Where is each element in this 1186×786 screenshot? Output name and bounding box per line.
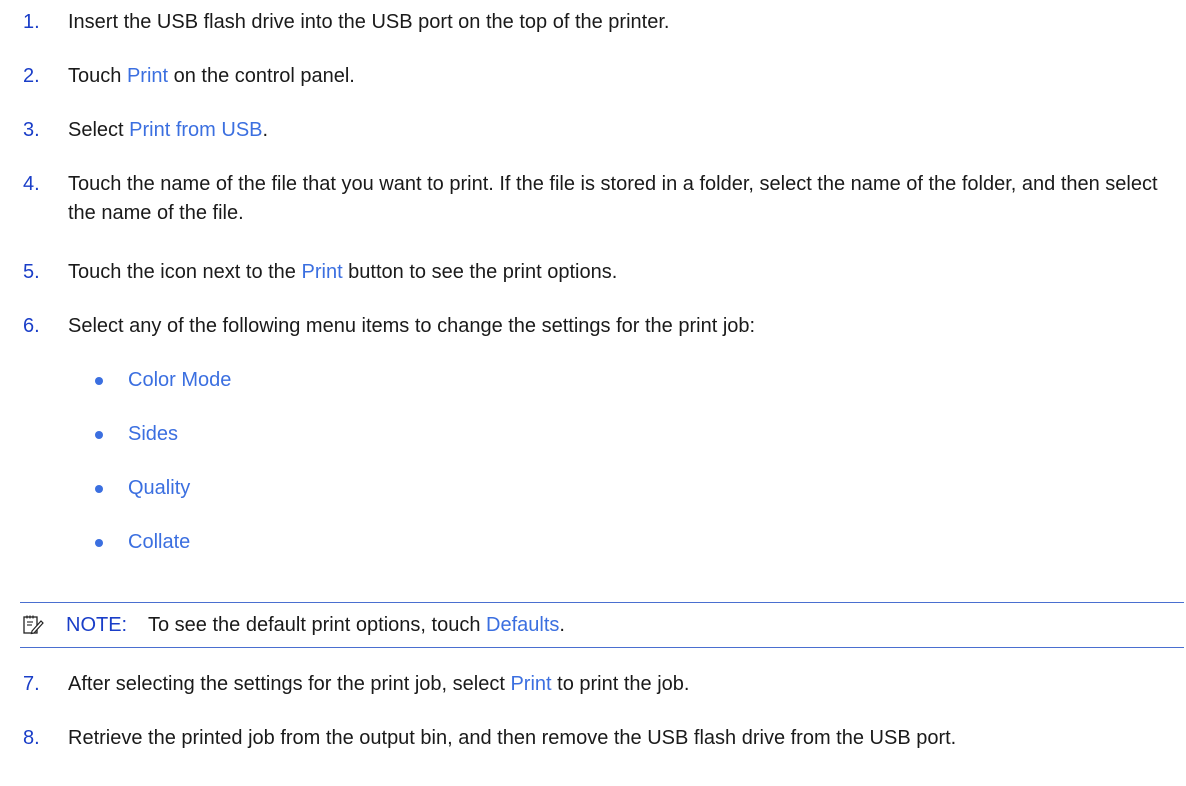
bullet-icon (95, 431, 103, 439)
collate-link[interactable]: Collate (128, 528, 190, 557)
step-number: 3. (23, 119, 40, 141)
bullet-icon (95, 485, 103, 493)
note-text-part: . (559, 614, 565, 636)
step-text-part: . (262, 119, 269, 141)
step-number: 6. (23, 315, 40, 337)
note-text-part: To see the default print options, touch (148, 614, 486, 636)
step-text-part: Insert the USB flash drive into the USB … (68, 11, 670, 33)
step-text: Insert the USB flash drive into the USB … (68, 8, 1168, 37)
step-number: 2. (23, 65, 40, 87)
step-text-part: button to see the print options. (342, 261, 618, 283)
print-link[interactable]: Print (302, 261, 343, 283)
quality-link[interactable]: Quality (128, 474, 190, 503)
note-label: NOTE: (66, 614, 128, 636)
print-from-usb-link[interactable]: Print from USB (129, 119, 262, 141)
step-text-part: Select any of the following menu items t… (68, 315, 756, 337)
step-text: Select Print from USB. (68, 116, 1168, 145)
step-text-part: to print the job. (551, 673, 690, 695)
step-number: 5. (23, 261, 40, 283)
step-text-part: on the control panel. (168, 65, 355, 87)
step-text: Retrieve the printed job from the output… (68, 724, 1168, 753)
step-text-part: Touch (68, 65, 127, 87)
step-number: 1. (23, 11, 40, 33)
color-mode-link[interactable]: Color Mode (128, 366, 231, 395)
step-number: 7. (23, 673, 40, 695)
defaults-link[interactable]: Defaults (486, 614, 559, 636)
note-pencil-icon (22, 614, 44, 636)
step-number: 4. (23, 173, 40, 195)
step-text-part: Touch the icon next to the (68, 261, 302, 283)
bullet-icon (95, 539, 103, 547)
step-number: 8. (23, 727, 40, 749)
step-text: Touch the icon next to the Print button … (68, 258, 1168, 287)
note-text: To see the default print options, touch … (148, 611, 565, 639)
step-text-part: After selecting the settings for the pri… (68, 673, 511, 695)
step-text: Select any of the following menu items t… (68, 312, 1168, 341)
sides-link[interactable]: Sides (128, 420, 178, 449)
step-text: After selecting the settings for the pri… (68, 670, 1168, 699)
note-box: NOTE: To see the default print options, … (20, 602, 1184, 648)
print-link[interactable]: Print (127, 65, 168, 87)
step-text: Touch the name of the file that you want… (68, 170, 1168, 228)
step-text-part: Touch the name of the file that you want… (68, 173, 1158, 224)
print-link[interactable]: Print (510, 673, 551, 695)
step-text: Touch Print on the control panel. (68, 62, 1168, 91)
bullet-icon (95, 377, 103, 385)
step-text-part: Select (68, 119, 130, 141)
step-text-part: Retrieve the printed job from the output… (68, 727, 957, 749)
